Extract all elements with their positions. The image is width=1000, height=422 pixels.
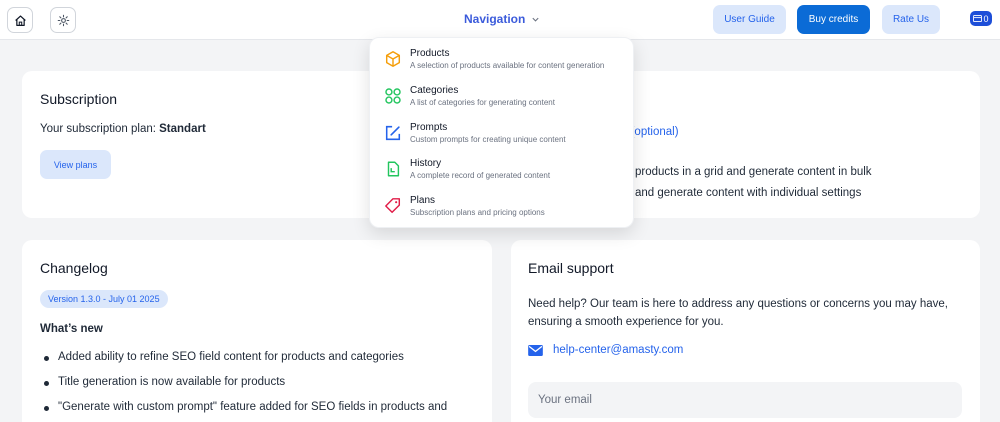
list-item: "Generate with custom prompt" feature ad… [40,401,480,413]
menu-item-label: History [410,158,442,169]
history-icon [382,158,404,180]
categories-icon [382,85,404,107]
tag-icon [382,195,404,217]
email-support-description: Need help? Our team is here to address a… [528,298,948,328]
navigation-menu: Products A selection of products availab… [369,37,634,228]
top-bar: Navigation User Guide Buy credits Rate U… [0,0,1000,40]
menu-item-products[interactable]: Products A selection of products availab… [382,48,627,78]
navigation-dropdown-trigger[interactable]: Navigation [464,12,540,26]
changelog-title: Changelog [40,260,108,276]
user-guide-button[interactable]: User Guide [713,5,786,34]
whats-new-heading: What’s new [40,323,103,335]
support-email-row[interactable]: help-center@amasty.com [528,344,683,356]
version-badge: Version 1.3.0 - July 01 2025 [40,290,168,308]
menu-item-history[interactable]: History A complete record of generated c… [382,158,627,188]
edit-icon [382,122,404,144]
rate-us-button[interactable]: Rate Us [882,5,940,34]
menu-item-label: Products [410,48,450,59]
email-input[interactable] [528,382,962,418]
plan-prefix: Your subscription plan: [40,123,156,135]
chevron-down-icon [532,17,539,22]
menu-item-description: A list of categories for generating cont… [410,98,555,107]
credit-card-icon [973,15,983,22]
home-button[interactable] [7,7,33,33]
gear-icon [57,14,69,26]
individual-info-text: and generate content with individual set… [635,187,862,199]
cube-icon [382,48,404,70]
menu-item-description: Custom prompts for creating unique conte… [410,135,566,144]
grid-info-text: products in a grid and generate content … [635,166,872,178]
menu-item-description: A complete record of generated content [410,171,551,180]
menu-item-plans[interactable]: Plans Subscription plans and pricing opt… [382,195,627,225]
menu-item-description: A selection of products available for co… [410,61,605,70]
navigation-label: Navigation [464,12,526,26]
subscription-plan-text: Your subscription plan: Standart [40,123,206,135]
subscription-title: Subscription [40,91,118,107]
plan-name: Standart [159,123,206,135]
menu-item-categories[interactable]: Categories A list of categories for gene… [382,85,627,115]
settings-button[interactable] [50,7,76,33]
menu-item-label: Categories [410,85,459,96]
menu-item-prompts[interactable]: Prompts Custom prompts for creating uniq… [382,122,627,152]
mail-icon [528,344,543,356]
menu-item-description: Subscription plans and pricing options [410,208,545,217]
credits-count: 0 [983,13,989,24]
home-icon [14,14,26,26]
email-support-card: Email support Need help? Our team is her… [511,240,980,422]
menu-item-label: Prompts [410,122,448,133]
changelog-card: Changelog Version 1.3.0 - July 01 2025 W… [22,240,492,422]
credits-badge[interactable]: 0 [970,11,992,26]
buy-credits-button[interactable]: Buy credits [797,5,870,34]
support-email-link[interactable]: help-center@amasty.com [553,344,683,356]
changelog-list: Added ability to refine SEO field conten… [40,351,480,422]
email-support-title: Email support [528,260,614,276]
view-plans-button[interactable]: View plans [40,150,111,179]
list-item: Title generation is now available for pr… [40,376,480,388]
list-item: Added ability to refine SEO field conten… [40,351,480,363]
menu-item-label: Plans [410,195,436,206]
